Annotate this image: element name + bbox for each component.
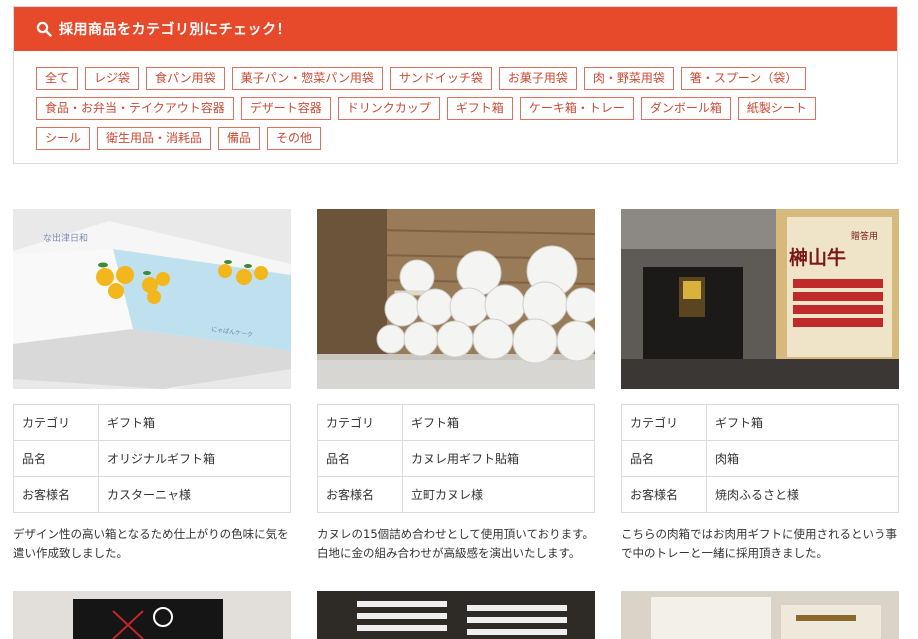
item-value: 肉箱 — [706, 440, 899, 477]
category-tag[interactable]: 食パン用袋 — [146, 67, 225, 90]
category-tag-list: 全て レジ袋 食パン用袋 菓子パン・惣菜パン用袋 サンドイッチ袋 お菓子用袋 肉… — [14, 51, 897, 150]
customer-label: お客様名 — [621, 476, 707, 513]
category-tag[interactable]: 箸・スプーン（袋） — [680, 67, 807, 90]
table-row: お客様名 焼肉ふるさと様 — [621, 476, 899, 513]
category-tag[interactable]: 食品・お弁当・テイクアウト容器 — [36, 97, 234, 120]
table-row: カテゴリ ギフト箱 — [317, 404, 595, 441]
product-card[interactable]: 榊山牛 贈答用 — [621, 209, 899, 389]
product-description: デザイン性の高い箱となるため仕上がりの色味に気を 遣い作成致しました。 — [13, 525, 298, 563]
category-tag[interactable]: 備品 — [218, 127, 261, 150]
category-tag[interactable]: 全て — [36, 67, 79, 90]
product-card[interactable]: な出津日和 にゃぱんケーク — [13, 209, 291, 389]
box-print-title: な出津日和 — [43, 232, 88, 244]
product-photo-image — [317, 209, 595, 389]
tag-row: シール 衛生用品・消耗品 備品 その他 — [36, 127, 875, 150]
customer-value: 焼肉ふるさと様 — [706, 476, 899, 513]
customer-label: お客様名 — [317, 476, 403, 513]
product-photo-image — [621, 591, 899, 639]
category-label: カテゴリ — [621, 404, 707, 441]
category-tag[interactable]: 菓子パン・惣菜パン用袋 — [231, 67, 383, 90]
description-line: こちらの肉箱ではお肉用ギフトに使用されるという事 — [621, 527, 897, 541]
table-row: お客様名 カスターニャ様 — [13, 476, 291, 513]
description-line: カヌレの15個詰め合わせとして使用頂いております。 — [317, 527, 594, 541]
product-photo-image — [13, 591, 291, 639]
tag-row: 全て レジ袋 食パン用袋 菓子パン・惣菜パン用袋 サンドイッチ袋 お菓子用袋 肉… — [36, 67, 875, 90]
product-photo[interactable] — [317, 591, 595, 639]
product-photo[interactable] — [621, 591, 899, 639]
description-line: 白地に金の組み合わせが高級感を演出いたします。 — [317, 546, 581, 560]
category-tag[interactable]: その他 — [267, 127, 322, 150]
table-row: 品名 肉箱 — [621, 440, 899, 477]
product-info-table: カテゴリ ギフト箱 品名 肉箱 お客様名 焼肉ふるさと様 — [621, 404, 899, 513]
poster-subtitle: 贈答用 — [851, 230, 878, 242]
category-tag[interactable]: ケーキ箱・トレー — [519, 97, 634, 120]
table-row: 品名 カヌレ用ギフト貼箱 — [317, 440, 595, 477]
category-tag[interactable]: ダンボール箱 — [640, 97, 731, 120]
poster-title: 榊山牛 — [789, 246, 846, 269]
description-line: で中のトレーと一緒に採用頂きました。 — [621, 546, 828, 560]
search-icon — [36, 21, 52, 37]
description-line: デザイン性の高い箱となるため仕上がりの色味に気を — [13, 527, 289, 541]
table-row: カテゴリ ギフト箱 — [621, 404, 899, 441]
category-tag[interactable]: お菓子用袋 — [498, 67, 577, 90]
table-row: 品名 オリジナルギフト箱 — [13, 440, 291, 477]
product-photo-image: 榊山牛 贈答用 — [621, 209, 899, 389]
category-tag[interactable]: 肉・野菜用袋 — [583, 67, 674, 90]
category-tag[interactable]: シール — [36, 127, 91, 150]
product-info-table: カテゴリ ギフト箱 品名 カヌレ用ギフト貼箱 お客様名 立町カヌレ様 — [317, 404, 595, 513]
category-filter-panel: 採用商品をカテゴリ別にチェック！ 全て レジ袋 食パン用袋 菓子パン・惣菜パン用… — [13, 6, 898, 164]
category-value: ギフト箱 — [98, 404, 291, 441]
product-photo[interactable]: 榊山牛 贈答用 — [621, 209, 899, 389]
category-tag[interactable]: ギフト箱 — [446, 97, 513, 120]
table-row: お客様名 立町カヌレ様 — [317, 476, 595, 513]
product-photo[interactable] — [317, 209, 595, 389]
tag-row: 食品・お弁当・テイクアウト容器 デザート容器 ドリンクカップ ギフト箱 ケーキ箱… — [36, 97, 875, 120]
product-description: こちらの肉箱ではお肉用ギフトに使用されるという事 で中のトレーと一緒に採用頂きま… — [621, 525, 906, 563]
product-info-table: カテゴリ ギフト箱 品名 オリジナルギフト箱 お客様名 カスターニャ様 — [13, 404, 291, 513]
category-label: カテゴリ — [317, 404, 403, 441]
item-label: 品名 — [13, 440, 99, 477]
product-photo-image — [317, 591, 595, 639]
table-row: カテゴリ ギフト箱 — [13, 404, 291, 441]
category-tag[interactable]: ドリンクカップ — [337, 97, 440, 120]
category-tag[interactable]: サンドイッチ袋 — [389, 67, 492, 90]
item-value: カヌレ用ギフト貼箱 — [402, 440, 595, 477]
product-description: カヌレの15個詰め合わせとして使用頂いております。 白地に金の組み合わせが高級感… — [317, 525, 602, 563]
category-tag[interactable]: 衛生用品・消耗品 — [97, 127, 212, 150]
customer-value: カスターニャ様 — [98, 476, 291, 513]
category-label: カテゴリ — [13, 404, 99, 441]
description-line: 遣い作成致しました。 — [13, 546, 128, 560]
product-photo[interactable]: な出津日和 にゃぱんケーク — [13, 209, 291, 389]
product-photo-image: な出津日和 にゃぱんケーク — [13, 209, 291, 389]
customer-label: お客様名 — [13, 476, 99, 513]
category-value: ギフト箱 — [402, 404, 595, 441]
category-value: ギフト箱 — [706, 404, 899, 441]
filter-title: 採用商品をカテゴリ別にチェック！ — [59, 22, 291, 38]
category-tag[interactable]: デザート容器 — [240, 97, 331, 120]
item-value: オリジナルギフト箱 — [98, 440, 291, 477]
category-tag[interactable]: レジ袋 — [85, 67, 140, 90]
product-card[interactable] — [317, 209, 595, 389]
item-label: 品名 — [621, 440, 707, 477]
category-tag[interactable]: 紙製シート — [737, 97, 816, 120]
item-label: 品名 — [317, 440, 403, 477]
product-photo[interactable] — [13, 591, 291, 639]
customer-value: 立町カヌレ様 — [402, 476, 595, 513]
filter-header: 採用商品をカテゴリ別にチェック！ — [14, 7, 897, 51]
